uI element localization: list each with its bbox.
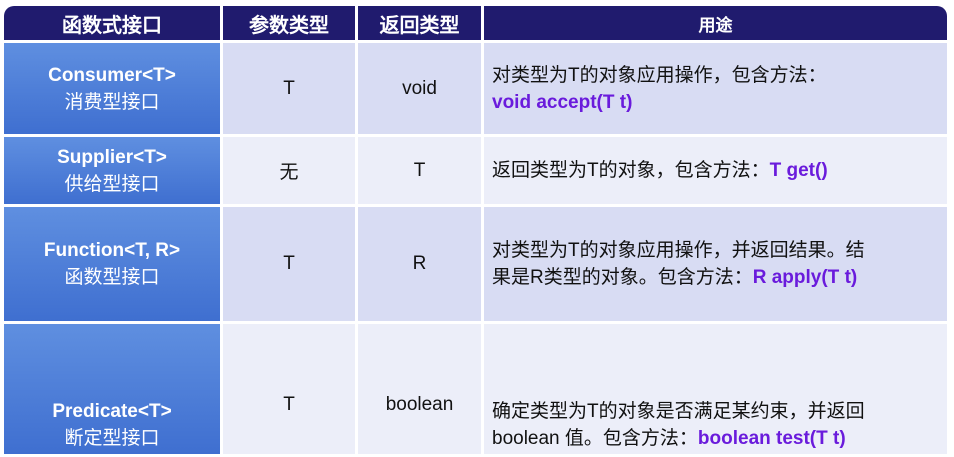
table-row: Function<T, R> 函数型接口 T R 对类型为T的对象应用操作，并返… [4,207,947,321]
usage-text: 对类型为T的对象应用操作，包含方法： [492,64,827,86]
return-type-cell: T [358,137,481,204]
method-signature: boolean test(T t) [697,428,846,449]
interface-category: 断定型接口 [64,428,160,449]
usage-cell: 对类型为T的对象应用操作，并返回结果。结 果是R类型的对象。包含方法：R app… [484,207,947,321]
interface-name-cell: Predicate<T> 断定型接口 [4,324,220,454]
header-return-type: 返回类型 [358,6,481,40]
usage-cell: 对类型为T的对象应用操作，包含方法： void accept(T t) [484,43,947,134]
usage-text: 返回类型为T的对象，包含方法： [492,160,770,181]
page: 函数式接口 参数类型 返回类型 用途 Consumer<T> 消费型接口 T v… [0,0,954,454]
return-type-cell: boolean [358,324,481,454]
usage-cell: 确定类型为T的对象是否满足某约束，并返回 boolean 值。包含方法：bool… [484,324,947,454]
usage-text-continued: boolean 值。包含方法： [492,428,698,449]
interface-name-cell: Consumer<T> 消费型接口 [4,43,220,134]
param-type-cell: 无 [223,137,355,204]
header-usage: 用途 [484,6,947,40]
interface-category: 函数型接口 [64,267,160,288]
interface-name-cell: Supplier<T> 供给型接口 [4,137,220,204]
usage-text: 确定类型为T的对象是否满足某约束，并返回 [492,401,865,422]
interface-category: 供给型接口 [64,173,160,195]
interface-name: Supplier<T> [57,146,167,168]
interface-name-cell: Function<T, R> 函数型接口 [4,207,220,321]
method-signature: T get() [769,160,828,181]
param-type-cell: T [223,207,355,321]
header-param-type: 参数类型 [223,6,355,40]
table-row: Predicate<T> 断定型接口 T boolean 确定类型为T的对象是否… [4,324,947,454]
return-type-cell: R [358,207,481,321]
param-type-cell: T [223,324,355,454]
usage-cell: 返回类型为T的对象，包含方法：T get() [484,137,947,204]
return-type-cell: void [358,43,481,134]
param-type-cell: T [223,43,355,134]
table-row: Supplier<T> 供给型接口 无 T 返回类型为T的对象，包含方法：T g… [4,137,947,204]
usage-text-continued: 果是R类型的对象。包含方法： [492,267,753,288]
header-interface: 函数式接口 [4,6,220,40]
interface-category: 消费型接口 [64,91,160,113]
interface-name: Predicate<T> [52,401,172,422]
method-signature: R apply(T t) [752,267,858,288]
usage-text: 对类型为T的对象应用操作，并返回结果。结 [492,240,865,261]
interface-name: Consumer<T> [48,64,176,86]
functional-interface-table: 函数式接口 参数类型 返回类型 用途 Consumer<T> 消费型接口 T v… [1,3,950,457]
table-row: Consumer<T> 消费型接口 T void 对类型为T的对象应用操作，包含… [4,43,947,134]
method-signature: void accept(T t) [492,91,633,113]
interface-name: Function<T, R> [43,240,181,261]
header-row: 函数式接口 参数类型 返回类型 用途 [4,6,947,40]
